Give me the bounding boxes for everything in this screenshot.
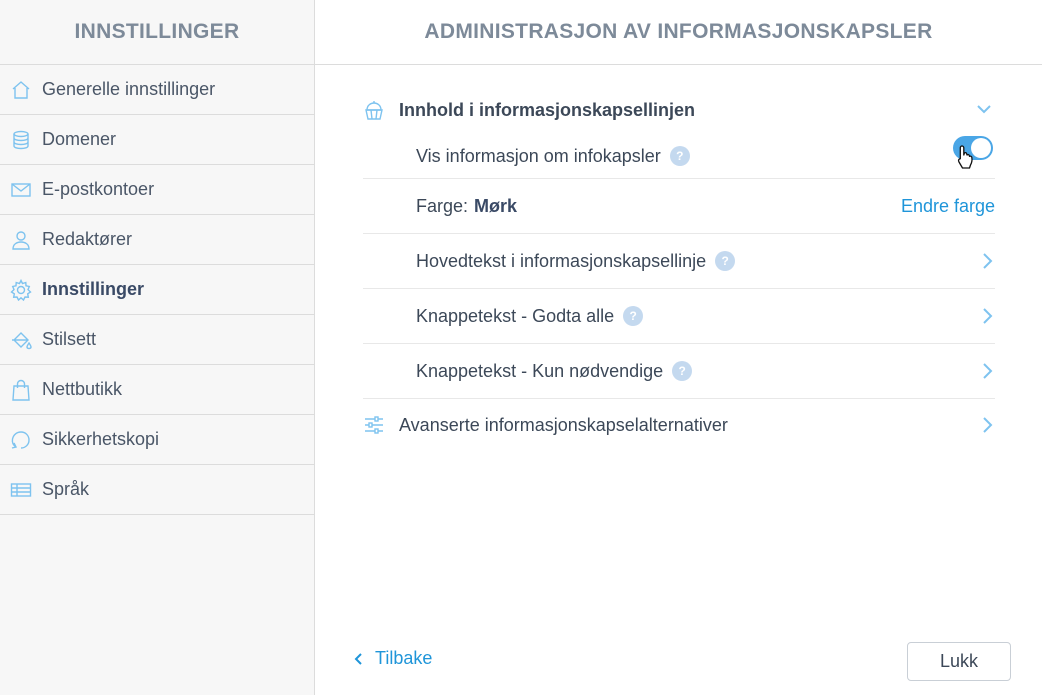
chevron-right-icon [983, 363, 993, 379]
sidebar-item-email-accounts[interactable]: E-postkontoer [0, 165, 314, 215]
chevron-left-icon [354, 652, 362, 665]
row-label: Vis informasjon om infokapsler [416, 145, 661, 166]
sidebar-item-settings[interactable]: Innstillinger [0, 265, 314, 315]
hand-cursor-icon [957, 145, 973, 169]
sidebar: INNSTILLINGER Generelle innstillinger Do… [0, 0, 315, 695]
gear-icon [10, 278, 32, 301]
change-color-link[interactable]: Endre farge [901, 196, 995, 217]
page-title: ADMINISTRASJON AV INFORMASJONSKAPSLER [315, 0, 1042, 65]
envelope-icon [10, 179, 32, 201]
sidebar-title: INNSTILLINGER [0, 0, 314, 65]
sidebar-item-label: Sikkerhetskopi [42, 429, 160, 449]
help-icon[interactable]: ? [672, 361, 693, 381]
sidebar-item-label: Nettbutikk [42, 379, 123, 399]
sidebar-item-label: Redaktører [42, 229, 133, 249]
sidebar-item-webshop[interactable]: Nettbutikk [0, 365, 314, 415]
section-header-cookie-bar-content[interactable]: Innhold i informasjonskapsellinjen [363, 93, 995, 127]
back-label: Tilbake [375, 648, 433, 668]
sidebar-item-label: Stilsett [42, 329, 97, 349]
chevron-right-icon [983, 417, 993, 433]
help-icon[interactable]: ? [669, 146, 690, 166]
section-title: Innhold i informasjonskapsellinjen [399, 99, 696, 120]
home-icon [10, 79, 32, 101]
row-label: Hovedtekst i informasjonskapsellinje [416, 250, 707, 271]
row-label: Avanserte informasjonskapselalternativer [399, 414, 728, 435]
sidebar-item-style-sets[interactable]: Stilsett [0, 315, 314, 365]
database-icon [10, 129, 32, 151]
row-label: Knappetekst - Godta alle [416, 305, 615, 326]
sidebar-item-label: Domener [42, 129, 117, 149]
shopping-bag-icon [10, 379, 32, 401]
row-label: Knappetekst - Kun nødvendige [416, 360, 664, 381]
row-main-text[interactable]: Hovedtekst i informasjonskapsellinje ? [363, 234, 995, 289]
sidebar-item-language[interactable]: Språk [0, 465, 314, 515]
backup-icon [10, 429, 32, 451]
row-accept-all-text[interactable]: Knappetekst - Godta alle ? [363, 289, 995, 344]
sliders-icon [363, 414, 385, 436]
cupcake-icon [363, 99, 385, 121]
help-icon[interactable]: ? [623, 306, 644, 326]
sidebar-item-general-settings[interactable]: Generelle innstillinger [0, 65, 314, 115]
color-value: Mørk [474, 195, 518, 216]
language-icon [10, 479, 32, 501]
back-link[interactable]: Tilbake [353, 648, 432, 669]
close-button[interactable]: Lukk [907, 642, 1011, 681]
sidebar-item-label: E-postkontoer [42, 179, 155, 199]
sidebar-item-label: Generelle innstillinger [42, 79, 216, 99]
row-label: Farge: [416, 195, 469, 216]
row-show-cookie-info: Vis informasjon om infokapsler ? [363, 134, 995, 179]
sidebar-item-label: Innstillinger [42, 279, 145, 299]
main-panel: ADMINISTRASJON AV INFORMASJONSKAPSLER In… [315, 0, 1042, 695]
chevron-right-icon [983, 308, 993, 324]
chevron-right-icon [983, 253, 993, 269]
help-icon[interactable]: ? [715, 251, 736, 271]
sidebar-item-domains[interactable]: Domener [0, 115, 314, 165]
row-color: Farge: Mørk Endre farge [363, 179, 995, 234]
user-icon [10, 229, 32, 251]
row-advanced-cookie-options[interactable]: Avanserte informasjonskapselalternativer [363, 408, 995, 442]
sidebar-item-editors[interactable]: Redaktører [0, 215, 314, 265]
row-necessary-only-text[interactable]: Knappetekst - Kun nødvendige ? [363, 344, 995, 399]
sidebar-item-label: Språk [42, 479, 90, 499]
chevron-down-icon[interactable] [973, 98, 995, 120]
paint-bucket-icon [10, 329, 32, 351]
sidebar-item-backup[interactable]: Sikkerhetskopi [0, 415, 314, 465]
